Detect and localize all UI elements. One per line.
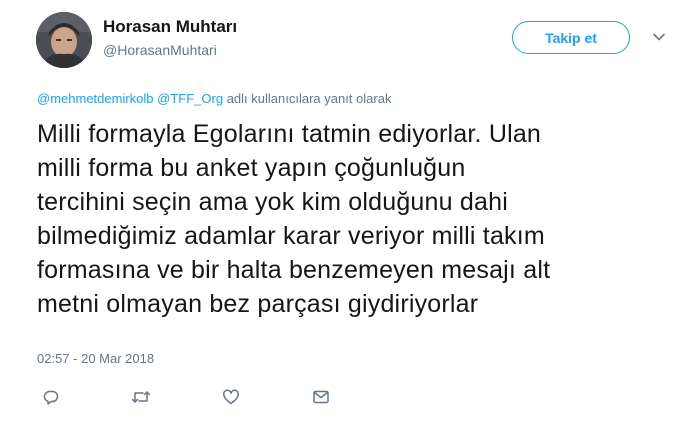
reply-icon[interactable] xyxy=(40,386,62,408)
mention-link[interactable]: @TFF_Org xyxy=(157,91,223,106)
screen-name[interactable]: @HorasanMuhtari xyxy=(103,42,217,58)
reply-context-suffix: adlı kullanıcılara yanıt olarak xyxy=(226,91,392,106)
tweet-text-line: formasına ve bir halta benzemeyen mesajı… xyxy=(37,256,551,284)
tweet-text-line: tercihini seçin ama yok kim olduğunu dah… xyxy=(37,188,508,216)
avatar[interactable] xyxy=(36,12,92,68)
follow-button[interactable]: Takip et xyxy=(512,21,630,54)
mention-link[interactable]: @mehmetdemirkolb xyxy=(37,91,154,106)
tweet-text-line: metni olmayan bez parçası giydiriyorlar xyxy=(37,290,479,318)
tweet-text-line: milli forma bu anket yapın çoğunluğun xyxy=(37,154,466,182)
display-name[interactable]: Horasan Muhtarı xyxy=(103,17,237,37)
retweet-icon[interactable] xyxy=(130,386,152,408)
chevron-down-icon[interactable] xyxy=(651,29,667,45)
reply-context: @mehmetdemirkolb @TFF_Org adlı kullanıcı… xyxy=(37,91,391,106)
like-icon[interactable] xyxy=(220,386,242,408)
tweet-text-line: Milli formayla Egolarını tatmin ediyorla… xyxy=(37,120,542,148)
tweet-card: Horasan Muhtarı @HorasanMuhtari Takip et… xyxy=(0,0,700,423)
direct-message-icon[interactable] xyxy=(310,386,332,408)
timestamp[interactable]: 02:57 - 20 Mar 2018 xyxy=(37,351,154,366)
tweet-text-line: bilmediğimiz adamlar karar veriyor milli… xyxy=(37,222,545,250)
tweet-text: Milli formayla Egolarını tatmin ediyorla… xyxy=(37,117,677,321)
